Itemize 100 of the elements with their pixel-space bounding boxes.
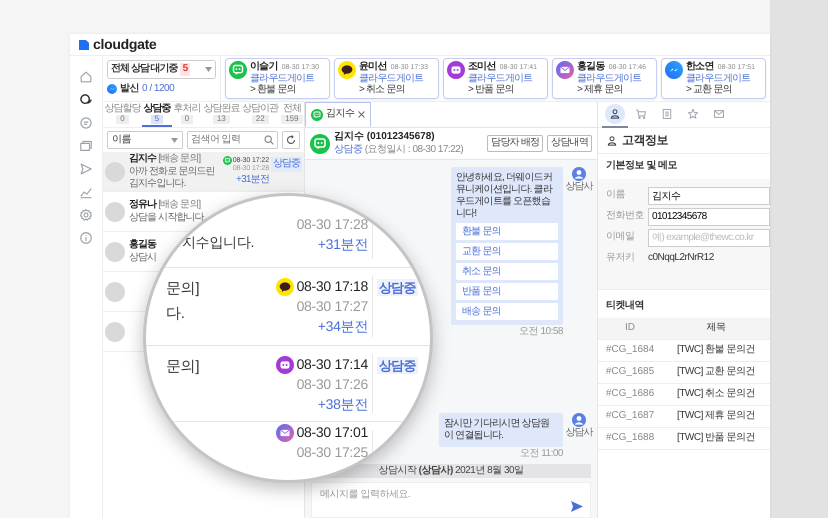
- count-badge: 0: [116, 115, 129, 124]
- status-badge: 상담중: [377, 357, 418, 374]
- status-tab[interactable]: 상담중 5: [142, 102, 172, 127]
- elapsed-time: +31분전: [236, 174, 269, 187]
- field-value: c0NqqL2rNrR12: [648, 252, 714, 265]
- send-icon[interactable]: [79, 162, 93, 176]
- menu-option[interactable]: 교환 문의: [456, 243, 558, 260]
- count-badge: 159: [281, 115, 303, 124]
- agent-avatar-icon: [572, 167, 586, 181]
- column-header: ID: [624, 322, 636, 335]
- message-time: 오전 11:00: [520, 448, 563, 460]
- message-input[interactable]: 메시지를 입력하세요.: [311, 482, 591, 518]
- count-badge: 5: [180, 63, 190, 76]
- message-text: 안녕하세요, 더웨이드커뮤니케이션입니다. 클라우드게이트를 오픈했습니다!: [456, 172, 554, 220]
- customer-name: 김지수: [129, 153, 156, 164]
- count-badge: 0: [180, 115, 194, 124]
- inquiry-category: [배송 문의]: [158, 199, 200, 210]
- menu-option[interactable]: 배송 문의: [456, 303, 558, 320]
- agent-avatar-icon: [572, 413, 586, 427]
- chat-icon: [311, 108, 323, 120]
- chat-icon: [276, 356, 294, 374]
- field-dropdown[interactable]: 이름: [107, 131, 183, 149]
- text-field[interactable]: 01012345678: [648, 208, 770, 226]
- customer-title: 김지수 (01012345678): [334, 131, 436, 144]
- outbound-count: 0 / 1200: [142, 82, 174, 95]
- section-title: 기본정보 및 메모: [605, 159, 678, 173]
- info-icon[interactable]: [79, 231, 93, 245]
- status-tab[interactable]: 후처리 0: [172, 102, 202, 127]
- text-field[interactable]: 김지수: [648, 186, 770, 204]
- status-tab[interactable]: 상담할당 0: [103, 102, 142, 127]
- panel-tab[interactable]: [602, 102, 628, 128]
- send-icon[interactable]: [571, 501, 583, 512]
- table-cell-text: #CG_1688: [604, 432, 656, 445]
- update-time: 08-30 17:25: [296, 444, 368, 462]
- windows-icon[interactable]: [79, 139, 93, 153]
- settings-icon[interactable]: [79, 208, 93, 222]
- chat-icon: [222, 156, 232, 166]
- status-tab[interactable]: 상담이관 22: [240, 102, 280, 127]
- request-time: 08-30 17:01: [296, 424, 368, 442]
- close-icon[interactable]: [358, 111, 364, 118]
- queue-dropdown[interactable]: 전체 상담 대기중 5: [107, 60, 216, 78]
- panel-title: 고객정보: [622, 133, 668, 148]
- menu-option[interactable]: 환불 문의: [456, 223, 558, 240]
- refresh-button[interactable]: [282, 131, 300, 149]
- field-label: 유저키: [606, 252, 636, 265]
- count-badge: 22: [252, 115, 269, 124]
- header-button[interactable]: 상담내역: [547, 135, 592, 152]
- table-cell-text: #CG_1686: [604, 388, 656, 401]
- text-fragment: 다.: [166, 304, 186, 324]
- customer-name: 윤미선: [359, 61, 387, 72]
- tab-label: 김지수: [326, 108, 354, 121]
- table-cell-text: [TWC] 교환 문의건: [676, 366, 756, 379]
- customer-name: 홍길동: [129, 239, 156, 250]
- status-tab[interactable]: 상담완료 13: [202, 102, 241, 127]
- table-cell-text: [TWC] 제휴 문의건: [676, 410, 756, 423]
- customer-name: 조미선: [468, 61, 496, 72]
- chat-icon: [310, 134, 330, 154]
- mail-icon: [276, 424, 294, 442]
- refresh-icon: [286, 135, 296, 145]
- request-time: 08-30 17:18: [296, 278, 368, 296]
- status-tab[interactable]: 전체 159: [280, 102, 304, 127]
- column-header: 제목: [706, 322, 726, 335]
- inquiry-topic: > 제휴 문의: [577, 84, 623, 96]
- caret-icon: [205, 66, 212, 72]
- chart-icon[interactable]: [79, 185, 93, 199]
- elapsed-time: +38분전: [318, 396, 368, 413]
- inquiry-topic: > 반품 문의: [468, 84, 514, 96]
- chat-tab[interactable]: 김지수: [305, 102, 370, 127]
- search-field[interactable]: 검색어 입력: [187, 131, 278, 149]
- source-link[interactable]: 클라우드게이트: [359, 72, 424, 84]
- table-cell-text: [TWC] 반품 문의건: [676, 432, 756, 445]
- source-link[interactable]: 클라우드게이트: [468, 72, 532, 84]
- status-badge: 상담중: [377, 279, 418, 296]
- person-icon: [609, 108, 621, 120]
- message-icon[interactable]: [79, 116, 93, 130]
- document-icon: [661, 108, 673, 120]
- chat-icon: [229, 61, 247, 79]
- text-fragment: 문의]: [166, 280, 200, 299]
- request-detail: (요청일시 : 08-30 17:22): [364, 144, 464, 154]
- chat-icon[interactable]: [79, 93, 93, 107]
- menu-option[interactable]: 취소 문의: [456, 263, 558, 280]
- speech-bubble-icon: [276, 278, 294, 296]
- table-cell-text: [TWC] 취소 문의건: [676, 388, 756, 401]
- menu-option[interactable]: 반품 문의: [456, 283, 558, 300]
- speech-bubble-icon: [338, 61, 356, 79]
- text-fragment: 문의]: [166, 358, 200, 377]
- source-link[interactable]: 클라우드게이트: [686, 72, 750, 84]
- avatar-placeholder: [105, 162, 125, 182]
- source-link[interactable]: 클라우드게이트: [250, 72, 314, 84]
- status-text: 상담중: [334, 144, 362, 154]
- count-badge: 5: [150, 115, 164, 124]
- inquiry-topic: > 취소 문의: [359, 84, 405, 96]
- home-icon[interactable]: [79, 70, 93, 84]
- logo-text: cloudgate: [93, 36, 156, 54]
- text-field[interactable]: 예) example@thewc.co.kr: [648, 228, 770, 246]
- chat-icon: [447, 61, 465, 79]
- source-link[interactable]: 클라우드게이트: [577, 72, 642, 84]
- field-label: 이름: [606, 189, 626, 202]
- header-button[interactable]: 담당자 배정: [487, 135, 544, 152]
- text-fragment: 지수입니다.: [182, 234, 256, 252]
